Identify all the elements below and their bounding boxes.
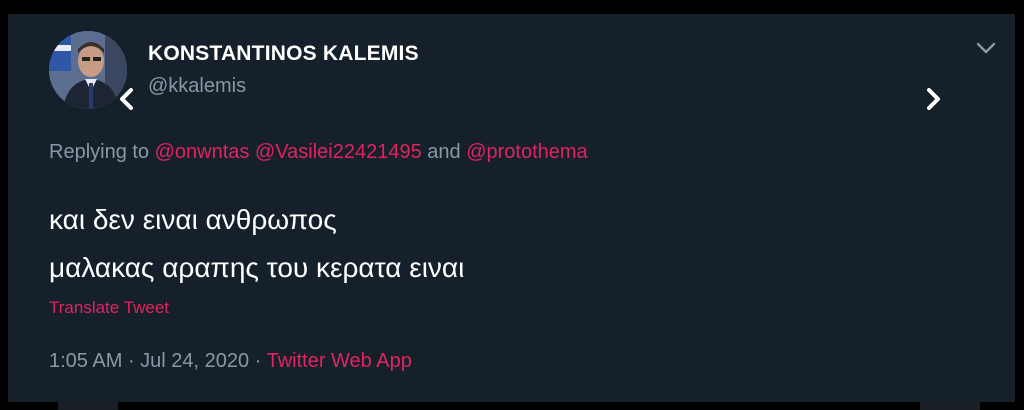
divider (58, 402, 118, 410)
author-handle[interactable]: @kkalemis (148, 75, 246, 98)
mention-link[interactable]: @protothema (466, 141, 587, 163)
translate-tweet-link[interactable]: Translate Tweet (49, 298, 169, 318)
tweet-time[interactable]: 1:05 AM (49, 350, 122, 372)
mention-link[interactable]: @Vasilei22421495 (255, 141, 422, 163)
chevron-left-icon[interactable] (116, 86, 136, 112)
meta-separator: · (122, 350, 141, 372)
chevron-right-icon[interactable] (923, 84, 945, 114)
mention-link[interactable]: @onwntas (155, 141, 250, 163)
tweet-card: KONSTANTINOS KALEMIS @kkalemis Replying … (8, 14, 1015, 402)
tweet-meta: 1:05 AM · Jul 24, 2020 · Twitter Web App (49, 350, 412, 373)
bottom-strip (0, 402, 1024, 410)
tweet-date[interactable]: Jul 24, 2020 (140, 350, 249, 372)
tweet-text-line: μαλακας αραπης του κερατα ειναι (49, 252, 465, 283)
replying-prefix: Replying to (49, 141, 155, 163)
tweet-source-link[interactable]: Twitter Web App (267, 350, 412, 372)
mention-and: and (421, 141, 467, 163)
tweet-text-line: και δεν ειναι ανθρωπος (49, 204, 337, 235)
tweet-text: και δεν ειναι ανθρωπος μαλακας αραπης το… (49, 196, 464, 292)
divider (920, 402, 980, 410)
replying-to: Replying to @onwntas @Vasilei22421495 an… (49, 141, 588, 164)
meta-separator: · (249, 350, 267, 372)
chevron-down-icon[interactable] (974, 38, 998, 58)
author-name[interactable]: KONSTANTINOS KALEMIS (148, 42, 419, 66)
